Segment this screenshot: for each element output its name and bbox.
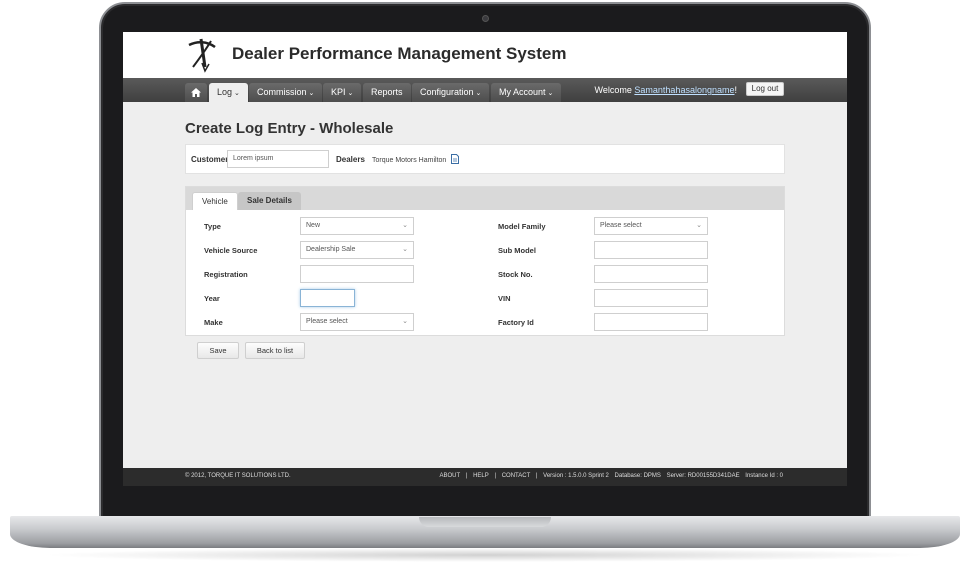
model-family-value: Please select	[600, 222, 642, 229]
chevron-down-icon: ⌄	[547, 90, 554, 97]
footer-separator: |	[535, 473, 538, 479]
year-input[interactable]	[300, 289, 355, 307]
vin-input[interactable]	[594, 289, 708, 307]
registration-input[interactable]	[300, 265, 414, 283]
footer-copyright: © 2012, TORQUE IT SOLUTIONS LTD.	[185, 473, 291, 479]
sub-model-input[interactable]	[594, 241, 708, 259]
welcome-suffix: !	[734, 85, 737, 95]
footer-contact-link[interactable]: CONTACT	[502, 473, 531, 479]
dealers-label: Dealers	[336, 155, 365, 164]
type-select[interactable]: New ⌄	[300, 217, 414, 235]
chevron-down-icon: ⌄	[347, 90, 354, 97]
registration-label: Registration	[204, 270, 248, 279]
footer-version: Version : 1.5.0.0 Sprint 2	[543, 473, 609, 479]
chevron-down-icon: ⌄	[234, 90, 240, 97]
make-select[interactable]: Please select ⌄	[300, 313, 414, 331]
chevron-down-icon: ⌄	[402, 246, 408, 253]
nav-kpi[interactable]: KPI ⌄	[323, 83, 362, 102]
model-family-label: Model Family	[498, 222, 546, 231]
vin-label: VIN	[498, 294, 511, 303]
logout-button[interactable]: Log out	[746, 82, 784, 96]
app-title: Dealer Performance Management System	[232, 44, 567, 63]
document-icon[interactable]	[451, 154, 459, 164]
footer-server: Server: RD00155D341DAE	[666, 473, 740, 479]
app-screen: Dealer Performance Management System Log…	[123, 32, 847, 486]
vehicle-source-value: Dealership Sale	[306, 246, 356, 253]
stock-no-input[interactable]	[594, 265, 708, 283]
type-select-value: New	[306, 222, 321, 229]
type-label: Type	[204, 222, 221, 231]
footer-about-link[interactable]: ABOUT	[440, 473, 461, 479]
vehicle-tab-panel: Vehicle Sale Details Type New ⌄ Vehicle …	[185, 186, 785, 336]
footer-instance: Instance Id : 0	[745, 473, 783, 479]
vehicle-source-select[interactable]: Dealership Sale ⌄	[300, 241, 414, 259]
username-link[interactable]: Samanthahasalongname	[634, 85, 734, 95]
nav-commission[interactable]: Commission ⌄	[249, 83, 323, 102]
sub-model-label: Sub Model	[498, 246, 536, 255]
factory-id-input[interactable]	[594, 313, 708, 331]
footer-info: ABOUT | HELP | CONTACT | Version : 1.5.0…	[438, 473, 785, 479]
vehicle-source-label: Vehicle Source	[204, 246, 258, 255]
nav-configuration-label: Configuration	[420, 87, 474, 97]
page-title: Create Log Entry - Wholesale	[185, 120, 394, 137]
make-select-value: Please select	[306, 318, 348, 325]
app-header: Dealer Performance Management System	[123, 32, 847, 78]
nav-log[interactable]: Log ⌄	[209, 83, 248, 102]
welcome-message: Welcome Samanthahasalongname!	[595, 84, 737, 96]
nav-my-account-label: My Account	[499, 87, 546, 97]
tab-vehicle[interactable]: Vehicle	[192, 192, 238, 210]
camera-dot	[482, 15, 489, 22]
chevron-down-icon: ⌄	[475, 90, 482, 97]
save-button[interactable]: Save	[197, 342, 239, 359]
back-to-list-button[interactable]: Back to list	[245, 342, 305, 359]
footer-separator: |	[465, 473, 468, 479]
chevron-down-icon: ⌄	[308, 90, 315, 97]
chevron-down-icon: ⌄	[402, 318, 408, 325]
year-label: Year	[204, 294, 220, 303]
footer: © 2012, TORQUE IT SOLUTIONS LTD. ABOUT |…	[123, 468, 847, 486]
dealers-value: Torque Motors Hamilton	[372, 157, 447, 164]
welcome-prefix: Welcome	[594, 85, 635, 95]
stock-no-label: Stock No.	[498, 270, 533, 279]
laptop-base-notch	[419, 517, 551, 527]
chevron-down-icon: ⌄	[696, 222, 702, 229]
factory-id-label: Factory Id	[498, 318, 534, 327]
model-family-select[interactable]: Please select ⌄	[594, 217, 708, 235]
customer-bar: Customer Lorem ipsum Dealers Torque Moto…	[185, 144, 785, 174]
nav-my-account[interactable]: My Account ⌄	[491, 83, 562, 102]
nav-home[interactable]	[185, 83, 207, 102]
footer-separator: |	[494, 473, 497, 479]
home-icon	[191, 88, 201, 97]
nav-reports-label: Reports	[371, 87, 403, 97]
nav-log-label: Log	[217, 87, 233, 97]
make-label: Make	[204, 318, 223, 327]
footer-database: Database: DPMS	[614, 473, 661, 479]
nav-kpi-label: KPI	[331, 87, 346, 97]
tab-sale-details[interactable]: Sale Details	[238, 192, 301, 210]
main-navbar: Log ⌄ Commission ⌄ KPI ⌄ Reports Configurat…	[123, 78, 847, 102]
footer-help-link[interactable]: HELP	[473, 473, 489, 479]
nav-configuration[interactable]: Configuration ⌄	[412, 83, 490, 102]
nav-reports[interactable]: Reports	[363, 83, 411, 102]
laptop-shadow	[40, 548, 930, 562]
brand-logo	[188, 38, 216, 73]
tab-strip: Vehicle Sale Details	[186, 187, 784, 210]
customer-input[interactable]: Lorem ipsum	[227, 150, 329, 168]
customer-label: Customer	[191, 155, 229, 164]
nav-commission-label: Commission	[257, 87, 307, 97]
chevron-down-icon: ⌄	[402, 222, 408, 229]
